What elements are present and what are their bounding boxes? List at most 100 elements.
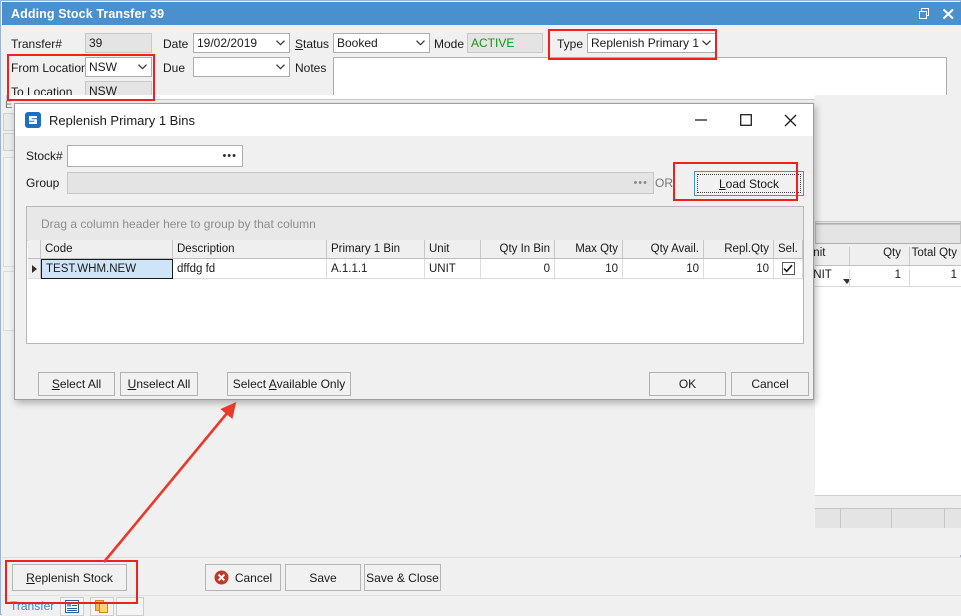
or-label: OR [655, 176, 673, 190]
cell-qty-avail[interactable]: 10 [623, 259, 704, 279]
bg-col-qty: Qty [849, 247, 905, 265]
select-available-only-button[interactable]: Select Available Only [227, 372, 351, 396]
due-combo[interactable] [193, 57, 290, 77]
save-button[interactable]: Save [285, 564, 361, 591]
cell-qty-in-bin[interactable]: 0 [481, 259, 555, 279]
row-indicator [28, 259, 41, 279]
close-button[interactable] [935, 2, 961, 25]
dialog-body: Stock# ••• Group ••• OR Load Stock Drag … [15, 136, 813, 399]
type-label: Type [557, 37, 583, 51]
dialog-titlebar-buttons [678, 104, 813, 136]
date-label: Date [163, 37, 188, 51]
chevron-down-icon [412, 34, 429, 52]
bg-grid-header-row: Unit Qty Total Qty [815, 244, 961, 266]
load-stock-label-rest: oad Stock [726, 177, 779, 191]
type-value: Replenish Primary 1 [591, 36, 699, 50]
main-window-titlebar-buttons [909, 2, 961, 25]
chevron-down-icon [272, 58, 289, 76]
column-header-primary-bin[interactable]: Primary 1 Bin [327, 240, 425, 259]
group-by-panel[interactable]: Drag a column header here to group by th… [27, 207, 803, 241]
from-location-label: From Location [11, 61, 88, 75]
dialog-cancel-button[interactable]: Cancel [731, 372, 809, 396]
notes-label: Notes [295, 61, 326, 75]
close-button[interactable] [768, 104, 813, 136]
transfer-number-field: 39 [85, 33, 152, 53]
status-combo[interactable]: Booked [333, 33, 430, 53]
mode-field: ACTIVE [467, 33, 543, 53]
column-header-unit[interactable]: Unit [425, 240, 481, 259]
replenish-bins-dialog: Replenish Primary 1 Bins Stock# ••• [14, 103, 814, 400]
main-statusbar: Transfer [2, 595, 961, 616]
stock-lookup-button[interactable]: ••• [222, 153, 237, 159]
group-lookup-button: ••• [633, 180, 648, 186]
cell-unit[interactable]: UNIT [425, 259, 481, 279]
bg-cell-qty: 1 [849, 269, 905, 286]
screenshot-root: Adding Stock Transfer 39 Transfer# 39 Da… [0, 0, 961, 615]
column-header-code[interactable]: Code [41, 240, 173, 259]
bg-col-total-qty: Total Qty [909, 247, 961, 265]
column-header-repl-qty[interactable]: Repl.Qty [704, 240, 774, 259]
type-combo[interactable]: Replenish Primary 1 [587, 33, 716, 53]
minimize-button[interactable] [678, 104, 723, 136]
statusbar-extra-slot [116, 597, 144, 616]
group-label: Group [26, 176, 59, 190]
column-header-max-qty[interactable]: Max Qty [555, 240, 623, 259]
bg-grid-empty-area [815, 287, 961, 496]
stock-number-label: Stock# [26, 149, 63, 163]
unselect-all-button[interactable]: Unselect All [120, 372, 198, 396]
group-by-hint: Drag a column header here to group by th… [41, 217, 316, 231]
bg-summary-sep-2 [891, 509, 892, 528]
load-stock-mnemonic: L [719, 177, 726, 191]
status-value: Booked [337, 36, 378, 50]
chevron-down-icon [698, 34, 715, 52]
cell-primary-bin[interactable]: A.1.1.1 [327, 259, 425, 279]
cell-sel[interactable] [774, 259, 803, 279]
bins-grid: Drag a column header here to group by th… [26, 206, 804, 344]
bg-grid-footer [815, 496, 961, 508]
cell-code[interactable]: TEST.WHM.NEW [41, 259, 173, 279]
bg-left-strip [2, 395, 22, 515]
maximize-button[interactable] [723, 104, 768, 136]
cell-description[interactable]: dffdg fd [173, 259, 327, 279]
column-header-description[interactable]: Description [173, 240, 327, 259]
row-caret-icon [32, 265, 37, 273]
column-header-sel[interactable]: Sel. [774, 240, 803, 259]
mode-label: Mode [434, 37, 464, 51]
date-combo[interactable]: 19/02/2019 [193, 33, 290, 53]
group-input: ••• [67, 172, 654, 194]
bg-hidden-label-1: E [5, 99, 12, 111]
status-label: Status [295, 37, 329, 51]
column-header-qty-avail[interactable]: Qty Avail. [623, 240, 704, 259]
cell-max-qty[interactable]: 10 [555, 259, 623, 279]
select-all-button[interactable]: Select All [38, 372, 115, 396]
ok-button[interactable]: OK [649, 372, 726, 396]
check-icon [783, 264, 793, 273]
select-checkbox[interactable] [782, 262, 795, 275]
load-stock-button[interactable]: Load Stock [694, 171, 804, 196]
main-window-title: Adding Stock Transfer 39 [11, 7, 164, 21]
cancel-button[interactable]: Cancel [205, 564, 281, 591]
date-value: 19/02/2019 [197, 36, 257, 50]
tab-transfer[interactable]: Transfer [10, 599, 54, 613]
notes-textarea[interactable] [333, 57, 947, 98]
details-icon[interactable] [60, 597, 84, 616]
chevron-down-icon [272, 34, 289, 52]
replenish-stock-button[interactable]: Replenish Stock [12, 564, 127, 591]
copy-icon[interactable] [90, 597, 114, 616]
main-window-titlebar: Adding Stock Transfer 39 [2, 2, 961, 25]
bg-toolbar-strip [815, 95, 961, 117]
transfer-form-header: Transfer# 39 Date 19/02/2019 Status Book… [2, 25, 961, 95]
app-icon [25, 112, 41, 128]
restore-button[interactable] [909, 2, 935, 25]
dialog-title: Replenish Primary 1 Bins [49, 113, 195, 128]
cell-repl-qty[interactable]: 10 [704, 259, 774, 279]
bg-grid-row: UNIT 1 1 [815, 266, 961, 287]
column-header-qty-in-bin[interactable]: Qty In Bin [481, 240, 555, 259]
bg-grouppanel [815, 224, 961, 244]
save-and-close-button[interactable]: Save & Close [364, 564, 441, 591]
stock-number-input[interactable]: ••• [67, 145, 243, 167]
from-location-combo[interactable]: NSW [85, 57, 152, 77]
bg-summary-sep-3 [944, 509, 945, 528]
cancel-icon [214, 570, 229, 585]
cancel-button-label: Cancel [235, 571, 272, 585]
